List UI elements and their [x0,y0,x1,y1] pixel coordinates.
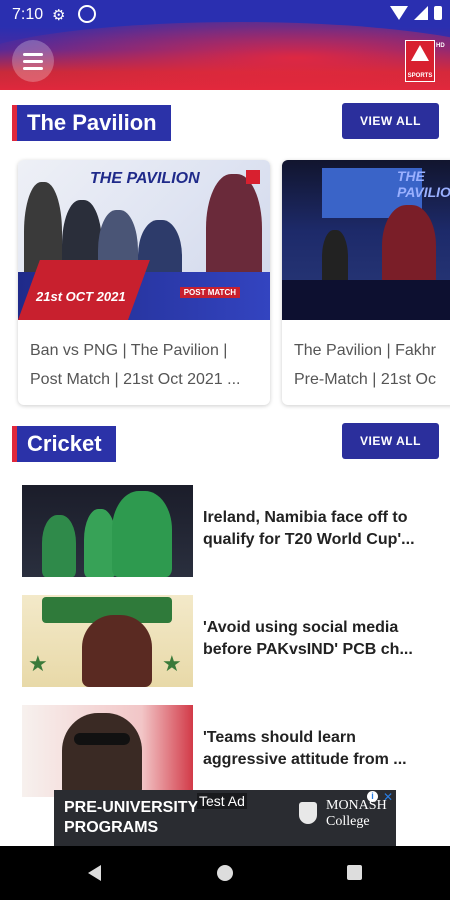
battery-icon [434,6,442,20]
news-thumbnail [22,705,193,797]
ad-crest-icon [299,802,317,824]
ad-info-icon[interactable]: i [367,791,378,802]
news-list-item[interactable]: Ireland, Namibia face off to qualify for… [22,485,432,577]
channel-logo-icon [246,170,260,184]
video-thumbnail: THE PAVILION [282,160,450,320]
thumb-date: 21st OCT 2021 [36,289,126,304]
logo-a-icon [411,45,429,61]
recent-apps-icon[interactable] [347,865,362,880]
pavilion-view-all-button[interactable]: VIEW ALL [342,103,439,139]
logo-label: SPORTS [407,73,433,79]
cricket-view-all-button[interactable]: VIEW ALL [342,423,439,459]
card-caption: Ban vs PNG | The Pavilion | Post Match |… [30,342,241,388]
status-time: 7:10 [12,6,44,23]
hamburger-icon [23,52,43,56]
video-thumbnail: THE PAVILION 21st OCT 2021 POST MATCH [18,160,270,320]
section-title-pavilion: The Pavilion [12,105,171,141]
logo-hd: HD [436,43,445,49]
thumb-title: THE PAVILION [397,168,450,200]
thumb-badge: POST MATCH [179,287,240,298]
header-wave [0,22,450,90]
ad-test-tag: Test Ad [197,793,247,809]
home-icon[interactable] [217,865,233,881]
app-logo[interactable]: SPORTS HD [405,40,445,82]
news-title: Ireland, Namibia face off to qualify for… [203,509,415,548]
system-nav-bar [0,846,450,900]
news-title: 'Teams should learn aggressive attitude … [203,729,407,768]
back-icon[interactable] [88,865,101,881]
news-thumbnail [22,485,193,577]
section-title-cricket: Cricket [12,426,116,462]
news-list-item[interactable]: 'Teams should learn aggressive attitude … [22,705,432,797]
card-caption: The Pavilion | Fakhr Pre-Match | 21st Oc [294,342,436,388]
app-header: 7:10 ⚙ SPORTS HD [0,0,450,90]
news-title: 'Avoid using social media before PAKvsIN… [203,619,413,658]
status-bar: 7:10 ⚙ [0,0,450,30]
ad-banner[interactable]: PRE-UNIVERSITY PROGRAMS Test Ad MONASH C… [54,790,396,846]
wifi-icon [390,6,408,20]
status-icons [390,6,442,20]
news-list-item[interactable]: ★ ★ 'Avoid using social media before PAK… [22,595,432,687]
pavilion-card[interactable]: THE PAVILION 21st OCT 2021 POST MATCH Ba… [18,160,270,405]
thumb-title: THE PAVILION [90,170,200,187]
ad-brand: MONASH College [326,798,387,829]
ad-headline: PRE-UNIVERSITY PROGRAMS [64,799,199,836]
pavilion-card[interactable]: THE PAVILION The Pavilion | Fakhr Pre-Ma… [282,160,450,405]
signal-icon [414,6,428,20]
sync-status-icon [78,5,96,23]
menu-button[interactable] [12,40,54,82]
ad-close-icon[interactable]: ✕ [383,790,393,804]
settings-status-icon: ⚙ [52,7,66,24]
news-thumbnail: ★ ★ [22,595,193,687]
